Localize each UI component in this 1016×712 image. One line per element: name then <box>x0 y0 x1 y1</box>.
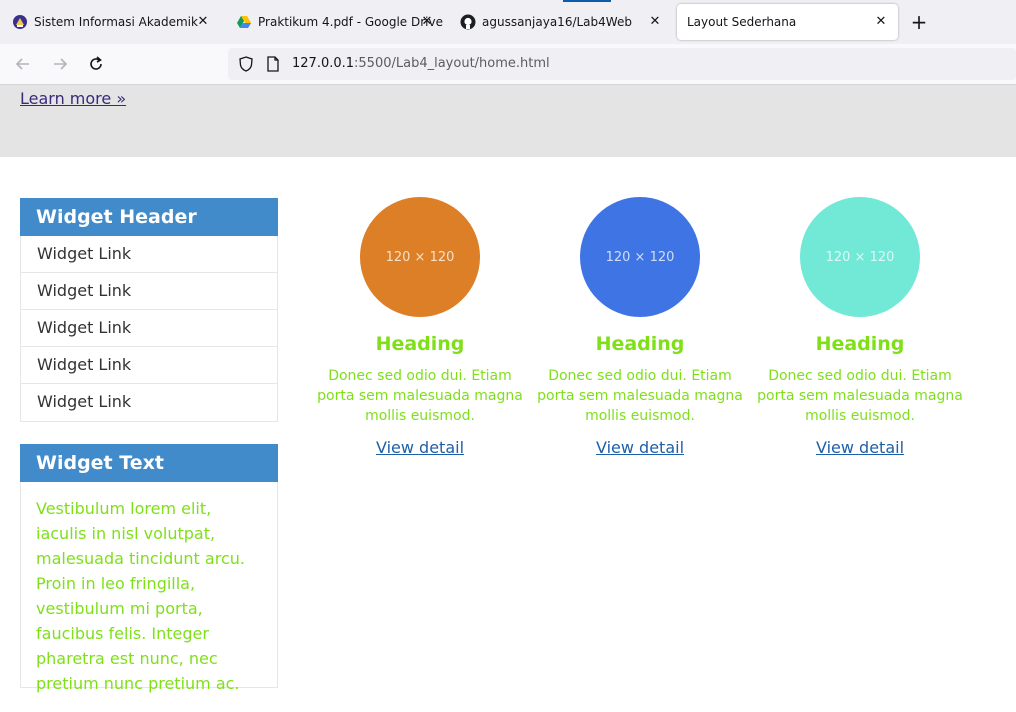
feature-heading: Heading <box>375 333 465 355</box>
widget-text: Widget Text Vestibulum lorem elit, iacul… <box>20 444 278 693</box>
forward-button[interactable] <box>49 53 71 75</box>
widget-link[interactable]: Widget Link <box>21 310 277 347</box>
widget-link[interactable]: Widget Link <box>21 273 277 310</box>
arrow-left-icon <box>15 58 29 70</box>
view-detail-link[interactable]: View detail <box>376 438 464 457</box>
shield-icon[interactable] <box>238 56 254 72</box>
widget-header: Widget Header <box>20 198 278 236</box>
feature-heading: Heading <box>815 333 905 355</box>
reload-icon <box>90 56 102 70</box>
widget-text-header: Widget Text <box>20 444 278 482</box>
url-path: :5500/Lab4_layout/home.html <box>354 56 550 71</box>
jumbotron: Learn more » <box>0 85 1016 157</box>
address-bar[interactable]: 127.0.0.1:5500/Lab4_layout/home.html <box>228 48 1016 80</box>
tab-google-drive[interactable]: Praktikum 4.pdf - Google Drive ✕ <box>226 4 444 40</box>
widget-link[interactable]: Widget Link <box>21 347 277 384</box>
github-icon <box>460 14 476 30</box>
new-tab-button[interactable]: + <box>908 11 930 33</box>
tab-accent-bar <box>563 0 611 2</box>
url-text[interactable]: 127.0.0.1:5500/Lab4_layout/home.html <box>292 56 550 71</box>
university-icon <box>12 14 28 30</box>
browser-tab-strip: Sistem Informasi Akademik ✕ Praktikum 4.… <box>0 0 1016 44</box>
tab-github[interactable]: agussanjaya16/Lab4Web ✕ <box>450 4 672 40</box>
google-drive-icon <box>236 14 252 30</box>
learn-more-link[interactable]: Learn more » <box>20 89 126 108</box>
feature-item: 120 × 120 Heading Donec sed odio dui. Et… <box>310 197 530 457</box>
url-host: 127.0.0.1 <box>292 56 355 71</box>
widget-text-body: Vestibulum lorem elit, iaculis in nisl v… <box>36 499 245 693</box>
tab-layout-sederhana[interactable]: Layout Sederhana ✕ <box>677 4 898 40</box>
tab-title: Sistem Informasi Akademik <box>34 15 198 29</box>
back-button[interactable] <box>12 53 34 75</box>
view-detail-link[interactable]: View detail <box>816 438 904 457</box>
page-content: Learn more » Widget Header Widget Link W… <box>0 85 1016 703</box>
tab-close-icon[interactable]: ✕ <box>418 13 436 31</box>
placeholder-image: 120 × 120 <box>800 197 920 317</box>
feature-heading: Heading <box>595 333 685 355</box>
feature-text: Donec sed odio dui. Etiam porta sem male… <box>757 368 963 424</box>
widget-link[interactable]: Widget Link <box>21 384 277 421</box>
placeholder-image: 120 × 120 <box>580 197 700 317</box>
tab-close-icon[interactable]: ✕ <box>646 13 664 31</box>
tab-close-icon[interactable]: ✕ <box>872 13 890 31</box>
feature-text: Donec sed odio dui. Etiam porta sem male… <box>537 368 743 424</box>
tab-title: Layout Sederhana <box>687 15 797 29</box>
feature-item: 120 × 120 Heading Donec sed odio dui. Et… <box>750 197 970 457</box>
feature-item: 120 × 120 Heading Donec sed odio dui. Et… <box>530 197 750 457</box>
tab-close-icon[interactable]: ✕ <box>194 13 212 31</box>
arrow-right-icon <box>54 58 68 70</box>
reload-button[interactable] <box>85 53 107 75</box>
feature-text: Donec sed odio dui. Etiam porta sem male… <box>317 368 523 424</box>
placeholder-image: 120 × 120 <box>360 197 480 317</box>
tab-sistem-informasi[interactable]: Sistem Informasi Akademik ✕ <box>2 4 220 40</box>
view-detail-link[interactable]: View detail <box>596 438 684 457</box>
page-icon[interactable] <box>265 56 281 72</box>
widget-links: Widget Header Widget Link Widget Link Wi… <box>20 198 278 422</box>
tab-title: Praktikum 4.pdf - Google Drive <box>258 15 443 29</box>
widget-link[interactable]: Widget Link <box>21 236 277 273</box>
browser-nav-bar: 127.0.0.1:5500/Lab4_layout/home.html <box>0 44 1016 85</box>
tab-title: agussanjaya16/Lab4Web <box>482 15 632 29</box>
